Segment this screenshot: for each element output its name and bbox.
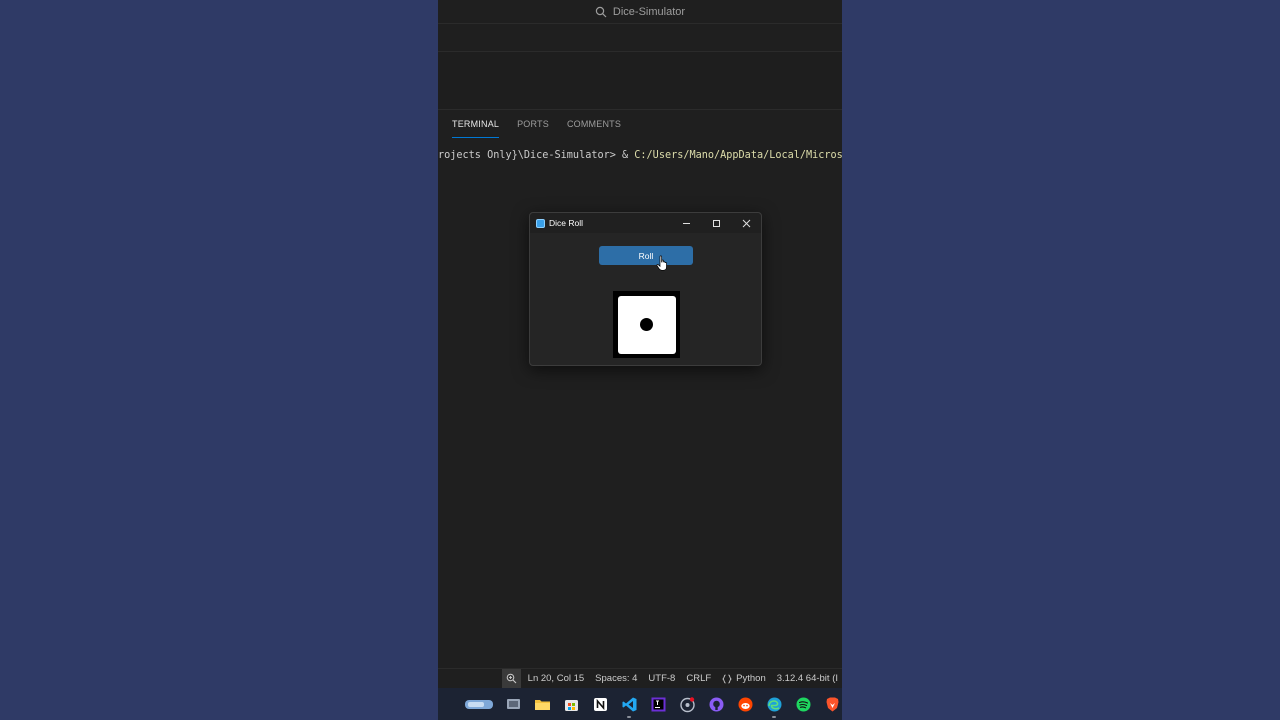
title-bar: Dice-Simulator xyxy=(438,0,842,24)
zoom-button[interactable] xyxy=(502,668,521,689)
taskbar-file-explorer[interactable] xyxy=(532,694,552,714)
language-label: Python xyxy=(736,673,766,684)
github-desktop-icon xyxy=(679,696,695,712)
edge-icon xyxy=(767,697,781,711)
die-face xyxy=(617,295,676,354)
github-icon xyxy=(709,697,723,711)
store-icon xyxy=(564,699,578,711)
minimize-button[interactable] xyxy=(671,213,701,233)
tab-ports[interactable]: PORTS xyxy=(517,110,549,138)
roll-button[interactable]: Roll xyxy=(599,246,693,265)
dice-window-titlebar[interactable]: Dice Roll xyxy=(530,213,761,233)
notion-icon xyxy=(593,697,607,711)
right-background xyxy=(842,0,1280,720)
maximize-button[interactable] xyxy=(701,213,731,233)
task-view-icon xyxy=(506,698,520,709)
taskbar-brave[interactable] xyxy=(822,694,842,714)
editor-area xyxy=(438,52,842,110)
taskbar-github[interactable] xyxy=(706,694,726,714)
tab-comments[interactable]: COMMENTS xyxy=(567,110,621,138)
search-taskbar-icon xyxy=(465,699,493,709)
tab-terminal[interactable]: TERMINAL xyxy=(452,110,500,138)
search-icon xyxy=(595,6,607,17)
vscode-window: Dice-Simulator TERMINAL PORTS COMMENTS r… xyxy=(438,0,842,720)
taskbar-task-view[interactable] xyxy=(503,694,523,714)
minimize-icon xyxy=(682,222,690,224)
maximize-icon xyxy=(712,219,720,227)
terminal-command-line[interactable]: rojects Only}\Dice-Simulator> & C:/Users… xyxy=(438,150,842,161)
terminal-path: C:/Users/Mano/AppData/Local/Microsof xyxy=(634,150,842,161)
jetbrains-icon xyxy=(651,697,665,711)
running-indicator xyxy=(772,716,776,718)
indentation[interactable]: Spaces: 4 xyxy=(595,673,637,684)
taskbar-reddit[interactable] xyxy=(735,694,755,714)
taskbar-github-desktop[interactable] xyxy=(677,694,697,714)
editor-tabs-area xyxy=(438,24,842,52)
die-pip xyxy=(640,318,653,331)
hand-cursor-icon xyxy=(656,255,667,271)
vscode-icon xyxy=(622,697,636,711)
command-center-label: Dice-Simulator xyxy=(612,5,686,18)
taskbar-notion[interactable] xyxy=(590,694,610,714)
taskbar-spotify[interactable] xyxy=(793,694,813,714)
braces-icon xyxy=(722,674,732,683)
close-button[interactable] xyxy=(731,213,761,233)
language-mode[interactable]: Python xyxy=(722,673,766,684)
terminal-prompt: rojects Only}\Dice-Simulator> & xyxy=(438,150,635,161)
brave-icon xyxy=(826,697,838,711)
status-bar: Ln 20, Col 15 Spaces: 4 UTF-8 CRLF Pytho… xyxy=(438,668,842,689)
taskbar-vscode[interactable] xyxy=(619,694,639,718)
app-icon xyxy=(536,218,545,228)
end-of-line[interactable]: CRLF xyxy=(686,673,711,684)
encoding[interactable]: UTF-8 xyxy=(648,673,675,684)
panel-tabs: TERMINAL PORTS COMMENTS xyxy=(438,110,842,138)
command-center-search[interactable]: Dice-Simulator xyxy=(595,6,685,18)
taskbar-search[interactable] xyxy=(464,694,494,714)
dice-window-title: Dice Roll xyxy=(549,218,584,228)
taskbar-store[interactable] xyxy=(561,694,581,714)
taskbar-jetbrains[interactable] xyxy=(648,694,668,714)
spotify-icon xyxy=(796,697,810,711)
dice-roll-window: Dice Roll Roll xyxy=(529,212,762,366)
close-icon xyxy=(742,219,750,227)
left-background xyxy=(0,0,438,720)
cursor-position[interactable]: Ln 20, Col 15 xyxy=(528,673,585,684)
taskbar-edge[interactable] xyxy=(764,694,784,718)
windows-taskbar xyxy=(438,688,842,720)
python-interpreter[interactable]: 3.12.4 64-bit (I xyxy=(777,673,838,684)
die-image xyxy=(613,291,680,358)
reddit-icon xyxy=(738,697,752,711)
file-explorer-icon xyxy=(534,699,550,710)
zoom-icon xyxy=(506,673,517,684)
running-indicator xyxy=(627,716,631,718)
